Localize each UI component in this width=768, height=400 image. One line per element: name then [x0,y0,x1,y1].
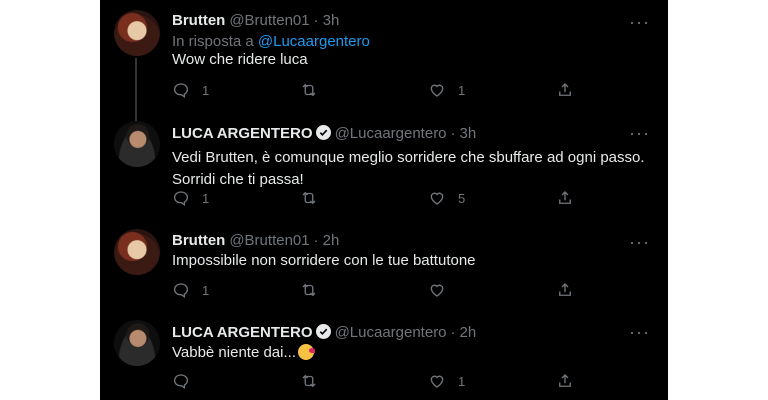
reply-to-prefix: In risposta a [172,33,258,50]
share-button[interactable] [556,81,574,99]
reply-icon [173,374,189,390]
reply-icon [173,83,189,99]
tweet-actions: 1 [172,372,574,390]
tweet-header: LUCA ARGENTERO @Lucaargentero · 2h [172,322,476,341]
tweet-text: Vabbè niente dai... [172,342,652,364]
tweet-header: Brutten @Brutten01 · 3h [172,12,339,29]
timestamp[interactable]: 3h [323,12,340,29]
separator-dot: · [450,125,456,142]
reply-icon [173,283,189,299]
ellipsis-icon[interactable]: ··· [629,124,650,142]
like-count: 5 [458,190,466,206]
author-handle[interactable]: @Brutten01 [229,12,309,29]
timestamp[interactable]: 2h [323,232,340,249]
like-count: 1 [458,373,466,389]
heart-icon [430,375,444,388]
heart-icon [430,192,444,205]
author-handle[interactable]: @Lucaargentero [335,125,447,142]
tweet-header: Brutten @Brutten01 · 2h [172,232,339,249]
author-name[interactable]: LUCA ARGENTERO [172,125,313,142]
reply-to-mention-link[interactable]: @Lucaargentero [258,33,370,50]
avatar[interactable] [114,121,160,167]
reply-button[interactable]: 1 [172,189,300,207]
share-button[interactable] [556,372,574,390]
author-name[interactable]: LUCA ARGENTERO [172,324,313,341]
verified-badge-icon [315,324,331,339]
reply-count: 1 [202,282,210,298]
reply-count: 1 [202,82,210,98]
tweet-text: Wow che ridere luca [172,51,308,68]
avatar[interactable] [114,229,160,275]
timestamp[interactable]: 2h [460,324,477,341]
share-icon [559,83,571,96]
like-count: 1 [458,82,466,98]
avatar[interactable] [114,10,160,56]
retweet-button[interactable] [300,81,428,99]
tweet-actions: 1 5 [172,189,574,207]
tweet-actions: 1 1 [172,81,574,99]
reply-count: 1 [202,190,210,206]
retweet-button[interactable] [300,189,428,207]
retweet-button[interactable] [300,372,428,390]
author-name[interactable]: Brutten [172,232,225,249]
reply-button[interactable] [172,372,300,390]
tweet-text: Vedi Brutten, è comunque meglio sorrider… [172,147,652,191]
ellipsis-icon[interactable]: ··· [629,233,650,251]
like-button[interactable]: 1 [428,81,556,99]
separator-dot: · [313,12,319,29]
heart-icon [430,84,444,97]
heart-icon [430,284,444,297]
reply-icon [173,191,189,207]
tweet-text: Impossibile non sorridere con le tue bat… [172,252,476,269]
reply-context: In risposta a @Lucaargentero [172,33,370,50]
reply-button[interactable]: 1 [172,81,300,99]
tweet-actions: 1 [172,281,574,299]
share-button[interactable] [556,189,574,207]
face-blowing-kiss-icon [297,344,315,360]
ellipsis-icon[interactable]: ··· [629,13,650,31]
share-icon [559,283,571,296]
reply-button[interactable]: 1 [172,281,300,299]
share-button[interactable] [556,281,574,299]
author-name[interactable]: Brutten [172,12,225,29]
tweet-text-line-2: Sorridi che ti passa! [172,171,304,188]
retweet-icon [302,283,316,297]
like-button[interactable]: 5 [428,189,556,207]
tweet-thread: Brutten @Brutten01 · 3h ··· In risposta … [100,0,668,400]
tweet-text-line-1: Vedi Brutten, è comunque meglio sorrider… [172,149,645,166]
verified-badge-icon [315,125,331,140]
share-icon [559,374,571,387]
ellipsis-icon[interactable]: ··· [629,323,650,341]
tweet-header: LUCA ARGENTERO @Lucaargentero · 3h [172,123,476,142]
like-button[interactable]: 1 [428,372,556,390]
author-handle[interactable]: @Brutten01 [229,232,309,249]
share-icon [559,191,571,204]
retweet-icon [302,191,316,205]
retweet-icon [302,374,316,388]
avatar[interactable] [114,320,160,366]
tweet-text-content: Vabbè niente dai... [172,344,296,361]
thread-connector-line [135,58,137,124]
separator-dot: · [313,232,319,249]
like-button[interactable] [428,281,556,299]
author-handle[interactable]: @Lucaargentero [335,324,447,341]
timestamp[interactable]: 3h [460,125,477,142]
separator-dot: · [450,324,456,341]
retweet-icon [302,83,316,97]
retweet-button[interactable] [300,281,428,299]
